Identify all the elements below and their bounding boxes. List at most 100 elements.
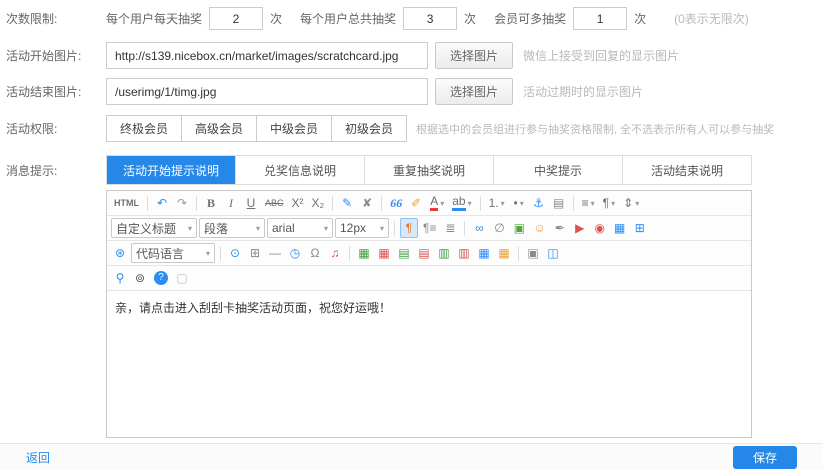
delete-col-icon[interactable]: ▥▾	[455, 243, 473, 263]
merge-cells-icon[interactable]: ▦▾	[475, 243, 493, 263]
custom-title-select[interactable]: 自定义标题▾	[111, 218, 197, 238]
split-cells-icon[interactable]: ▦▾	[495, 243, 513, 263]
insert-col-icon[interactable]: ▥▾	[435, 243, 453, 263]
permission-options: 终极会员高级会员中级会员 初级会员	[106, 115, 406, 142]
fullscreen-icon[interactable]: ⊞▾	[631, 218, 649, 238]
times-suffix: 次	[464, 10, 476, 27]
bold-icon[interactable]: B▾	[202, 193, 220, 213]
text-direction-icon[interactable]: ¶≡▾	[420, 218, 439, 238]
blockquote-icon[interactable]: 66▾	[387, 193, 405, 213]
anchor-icon[interactable]: ⚓▾	[530, 193, 548, 213]
chevron-down-icon: ▾	[324, 224, 328, 233]
italic-icon[interactable]: I▾	[222, 193, 240, 213]
start-image-row: 活动开始图片: 选择图片 微信上接受到回复的显示图片	[0, 42, 823, 69]
link-icon[interactable]: ∞▾	[470, 218, 488, 238]
perm-ultimate-member[interactable]: 终极会员	[106, 115, 182, 142]
video-icon[interactable]: ▶▾	[571, 218, 589, 238]
format-painter-icon[interactable]: ✎▾	[338, 193, 356, 213]
start-image-hint: 微信上接受到回复的显示图片	[523, 47, 679, 64]
snapshot-icon[interactable]: ⊙▾	[226, 243, 244, 263]
editor-content[interactable]: 亲，请点击进入刮刮卡抽奖活动页面，祝您好运哦！	[107, 291, 751, 437]
delete-table-icon[interactable]: ▦▾	[375, 243, 393, 263]
tab-win-message[interactable]: 中奖提示	[494, 156, 623, 184]
insert-table-icon[interactable]: ▦▾	[355, 243, 373, 263]
font-size-select[interactable]: 12px▾	[335, 218, 389, 238]
superscript-icon[interactable]: X²▾	[289, 193, 307, 213]
save-button[interactable]: 保存	[733, 446, 797, 469]
highlight-pen-icon[interactable]: ✐▾	[407, 193, 425, 213]
tab-start-message[interactable]: 活动开始提示说明	[107, 156, 236, 184]
total-draw-input[interactable]	[403, 7, 457, 30]
ordered-list-icon[interactable]: 1.▾	[486, 193, 508, 213]
unlink-icon[interactable]: ∅▾	[490, 218, 508, 238]
word-image-icon[interactable]: ⊞▾	[246, 243, 264, 263]
paragraph-select[interactable]: 段落▾	[199, 218, 265, 238]
permission-label: 活动权限:	[6, 120, 106, 137]
code-language-select[interactable]: 代码语言▾	[131, 243, 215, 263]
scrawl-icon[interactable]: ✒▾	[551, 218, 569, 238]
help-icon[interactable]: ?▾	[151, 268, 171, 288]
chevron-down-icon: ▾	[256, 224, 260, 233]
remove-format-icon[interactable]: ✘▾	[358, 193, 376, 213]
paragraph-mark-icon[interactable]: ¶▾	[400, 218, 418, 238]
unordered-list-icon[interactable]: •▾	[510, 193, 528, 213]
line-height-icon[interactable]: ⇕▾	[620, 193, 642, 213]
end-image-pick-button[interactable]: 选择图片	[435, 78, 513, 105]
find-replace-icon[interactable]: ⊚▾	[131, 268, 149, 288]
redo-icon[interactable]: ↷▾	[173, 193, 191, 213]
underline-icon[interactable]: U▾	[242, 193, 260, 213]
source-code-icon[interactable]: HTML▾	[111, 193, 142, 213]
image-icon[interactable]: ▣▾	[510, 218, 528, 238]
code-snippet-icon[interactable]: ⊛▾	[111, 243, 129, 263]
chevron-down-icon: ▾	[440, 199, 444, 208]
chevron-down-icon: ▾	[635, 199, 639, 208]
tab-end-message[interactable]: 活动结束说明	[623, 156, 751, 184]
permission-row: 活动权限: 终极会员高级会员中级会员初级会员 根据选中的会员组进行参与抽奖资格限…	[0, 115, 823, 142]
insert-row-icon[interactable]: ▤▾	[395, 243, 413, 263]
draft-icon[interactable]: ▢▾	[173, 268, 191, 288]
member-extra-input[interactable]	[573, 7, 627, 30]
delete-row-icon[interactable]: ▤▾	[415, 243, 433, 263]
align-icon[interactable]: ≡▾	[579, 193, 598, 213]
undo-icon[interactable]: ↶▾	[153, 193, 171, 213]
horizontal-rule-icon[interactable]: —▾	[266, 243, 284, 263]
perm-label: 初级会员	[345, 122, 393, 136]
subscript-icon[interactable]: X₂▾	[309, 193, 328, 213]
perm-junior-member[interactable]: 初级会员	[331, 115, 407, 142]
search-icon[interactable]: ⚲▾	[111, 268, 129, 288]
chevron-down-icon: ▾	[520, 199, 524, 208]
map-icon[interactable]: ◉▾	[591, 218, 609, 238]
font-color-icon[interactable]: A▾	[427, 193, 447, 213]
perm-middle-member[interactable]: 中级会员	[256, 115, 332, 142]
lottery-activity-settings-page: 次数限制: 每个用户每天抽奖 次 每个用户总共抽奖 次 会员可多抽奖 次 (0表…	[0, 0, 823, 438]
start-image-input[interactable]	[106, 42, 428, 69]
start-image-pick-button[interactable]: 选择图片	[435, 42, 513, 69]
special-char-icon[interactable]: Ω▾	[306, 243, 324, 263]
preview-icon[interactable]: ◫▾	[544, 243, 562, 263]
perm-label: 中级会员	[270, 122, 318, 136]
per-day-draw-input[interactable]	[209, 7, 263, 30]
emotion-icon[interactable]: ☺▾	[530, 218, 548, 238]
music-icon[interactable]: ♫▾	[326, 243, 344, 263]
date-time-icon[interactable]: ◷▾	[286, 243, 304, 263]
insert-frame-icon[interactable]: ▤▾	[550, 193, 568, 213]
rich-text-editor: HTML▾ ▾ ↶▾↷▾ ▾ B▾I▾U▾ABC▾X²▾X₂▾ ▾ ✎▾✘▾ ▾ 66▾✐▾A▾…	[106, 190, 752, 438]
perm-senior-member[interactable]: 高级会员	[181, 115, 257, 142]
tab-redeem-info[interactable]: 兑奖信息说明	[236, 156, 365, 184]
end-image-input[interactable]	[106, 78, 428, 105]
paragraph-format-icon[interactable]: ¶▾	[600, 193, 618, 213]
times-suffix: 次	[270, 10, 282, 27]
print-icon[interactable]: ▣▾	[524, 243, 542, 263]
tab-repeat-draw[interactable]: 重复抽奖说明	[365, 156, 494, 184]
strikethrough-icon[interactable]: ABC▾	[262, 193, 287, 213]
back-link[interactable]: 返回	[26, 449, 50, 466]
per-day-draw-label: 每个用户每天抽奖	[106, 10, 202, 27]
times-suffix: 次	[634, 10, 646, 27]
end-image-label: 活动结束图片:	[6, 83, 106, 100]
justify-icon[interactable]: ≣▾	[441, 218, 459, 238]
template-icon[interactable]: ▦▾	[611, 218, 629, 238]
end-image-row: 活动结束图片: 选择图片 活动过期时的显示图片	[0, 78, 823, 105]
tab-label: 活动开始提示说明	[123, 162, 219, 179]
back-color-icon[interactable]: ab▾	[449, 193, 474, 213]
font-family-select[interactable]: arial▾	[267, 218, 333, 238]
